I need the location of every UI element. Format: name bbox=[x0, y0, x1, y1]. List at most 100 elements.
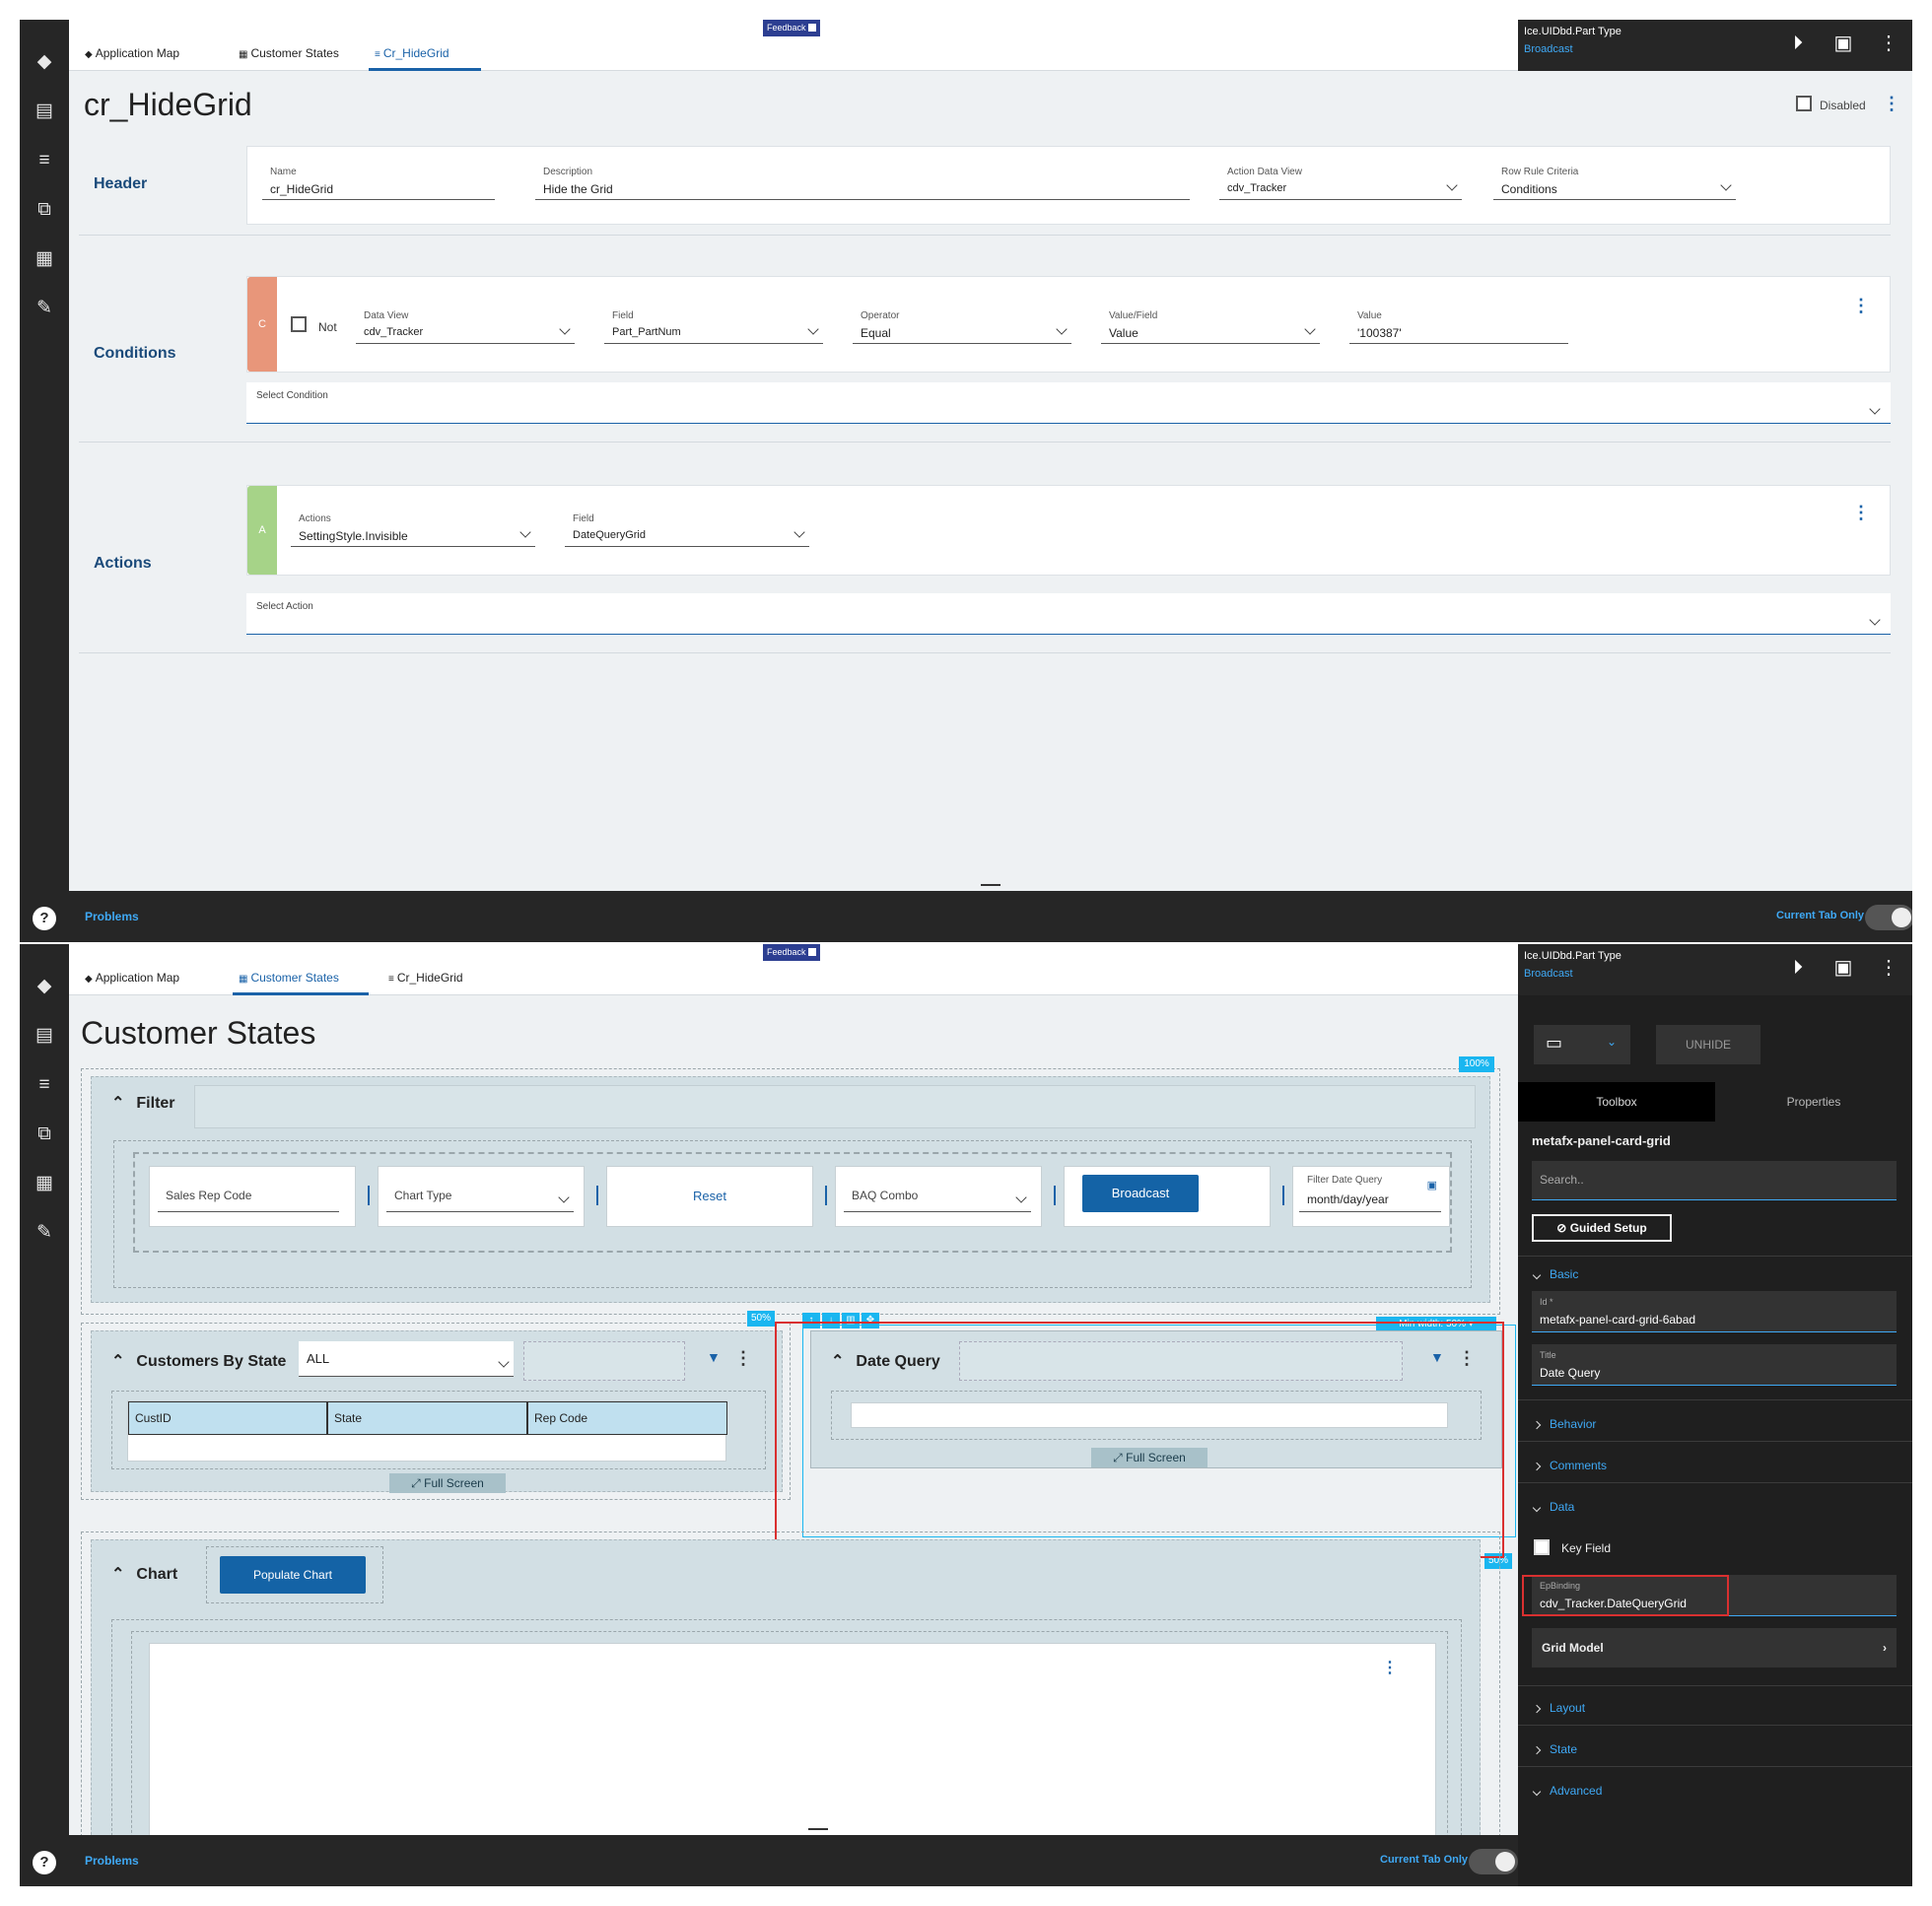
column-header-rep-code[interactable]: Rep Code bbox=[527, 1401, 727, 1435]
current-tab-only-toggle[interactable] bbox=[1865, 905, 1912, 930]
advanced-section[interactable]: Advanced bbox=[1532, 1784, 1602, 1798]
rules-icon[interactable]: ≡ bbox=[32, 148, 57, 173]
chart-type-select[interactable]: Chart Type bbox=[386, 1177, 574, 1212]
name-field[interactable]: Name cr_HideGrid bbox=[262, 165, 495, 200]
resize-handle[interactable] bbox=[808, 1828, 828, 1830]
feedback-button[interactable]: Feedback bbox=[763, 944, 820, 961]
run-icon[interactable]: ⏵ bbox=[1786, 956, 1810, 980]
tab-toolbox[interactable]: Toolbox bbox=[1518, 1082, 1715, 1122]
device-select[interactable]: ▭ ⌄ bbox=[1534, 1025, 1630, 1064]
problems-link[interactable]: Problems bbox=[85, 1854, 139, 1868]
filter-date-input[interactable]: Filter Date Query month/day/year ▣ bbox=[1299, 1173, 1441, 1212]
baq-combo-select[interactable]: BAQ Combo bbox=[844, 1177, 1031, 1212]
more-icon[interactable]: ⋮ bbox=[1852, 504, 1870, 521]
not-checkbox[interactable] bbox=[291, 316, 307, 332]
more-icon[interactable]: ⋮ bbox=[1883, 95, 1900, 112]
calendar-icon[interactable]: ▣ bbox=[1427, 1179, 1437, 1191]
field-select[interactable]: Field Part_PartNum bbox=[604, 308, 823, 344]
tab-customer-states[interactable]: ▦ Customer States bbox=[233, 45, 345, 71]
data-view-select[interactable]: Data View cdv_Tracker bbox=[356, 308, 575, 344]
tab-properties[interactable]: Properties bbox=[1715, 1082, 1912, 1122]
broadcast-button[interactable]: Broadcast bbox=[1082, 1175, 1199, 1212]
more-icon[interactable]: ⋮ bbox=[1877, 32, 1900, 55]
part-type-subtitle[interactable]: Broadcast bbox=[1524, 43, 1573, 55]
field-value: Conditions bbox=[1501, 182, 1557, 196]
data-views-icon[interactable]: ▦ bbox=[32, 1171, 57, 1196]
events-icon[interactable]: ⧉ bbox=[32, 197, 57, 223]
value-input[interactable]: Value '100387' bbox=[1349, 308, 1568, 344]
action-data-view-select[interactable]: Action Data View cdv_Tracker bbox=[1219, 165, 1462, 200]
row-rule-criteria-select[interactable]: Row Rule Criteria Conditions bbox=[1493, 165, 1736, 200]
actions-select[interactable]: Actions SettingStyle.Invisible bbox=[291, 511, 535, 547]
search-input[interactable]: Search.. bbox=[1532, 1161, 1897, 1200]
comments-section[interactable]: Comments bbox=[1532, 1459, 1607, 1472]
rules-icon[interactable]: ≡ bbox=[32, 1072, 57, 1098]
feedback-button[interactable]: Feedback bbox=[763, 20, 820, 36]
field-value: ALL bbox=[307, 1351, 330, 1366]
title-field[interactable]: Title Date Query bbox=[1532, 1344, 1897, 1386]
basic-section[interactable]: Basic bbox=[1532, 1267, 1578, 1281]
layers-icon[interactable]: ◆ bbox=[32, 974, 57, 999]
field-value: SettingStyle.Invisible bbox=[299, 529, 408, 543]
chevron-up-icon[interactable]: ⌃ bbox=[111, 1566, 124, 1583]
populate-chart-button[interactable]: Populate Chart bbox=[220, 1556, 366, 1594]
disabled-checkbox[interactable] bbox=[1796, 96, 1812, 111]
more-icon[interactable]: ⋮ bbox=[1877, 956, 1900, 980]
state-section[interactable]: State bbox=[1532, 1742, 1577, 1756]
layout-section[interactable]: Layout bbox=[1532, 1701, 1585, 1715]
sales-rep-code-input[interactable]: Sales Rep Code bbox=[158, 1177, 339, 1212]
customers-grid: CustID State Rep Code bbox=[127, 1400, 727, 1462]
help-icon[interactable]: ? bbox=[33, 907, 56, 930]
grid-model-button[interactable]: Grid Model › bbox=[1532, 1628, 1897, 1668]
more-icon[interactable]: ⋮ bbox=[1852, 297, 1870, 314]
filter-icon[interactable]: ▼ bbox=[707, 1349, 721, 1365]
tab-application-map[interactable]: ◆ Application Map bbox=[79, 45, 185, 71]
guided-setup-button[interactable]: ⊘ Guided Setup bbox=[1532, 1214, 1672, 1242]
save-icon[interactable]: ▣ bbox=[1831, 956, 1855, 980]
column-header-custid[interactable]: CustID bbox=[128, 1401, 327, 1435]
divider bbox=[1518, 1685, 1912, 1686]
reset-button[interactable]: Reset bbox=[607, 1189, 812, 1203]
select-action-dropdown[interactable]: Select Action bbox=[246, 593, 1891, 635]
chevron-up-icon[interactable]: ⌃ bbox=[111, 1353, 124, 1370]
unhide-button[interactable]: UNHIDE bbox=[1656, 1025, 1760, 1064]
resize-handle[interactable] bbox=[981, 884, 1000, 886]
part-type-subtitle[interactable]: Broadcast bbox=[1524, 968, 1573, 980]
help-icon[interactable]: ? bbox=[33, 1851, 56, 1874]
data-views-icon[interactable]: ▦ bbox=[32, 246, 57, 272]
tab-cr-hidegrid[interactable]: ≡ Cr_HideGrid bbox=[382, 970, 469, 995]
current-tab-only-toggle[interactable] bbox=[1469, 1849, 1518, 1874]
data-section[interactable]: Data bbox=[1532, 1500, 1574, 1514]
edit-icon[interactable]: ✎ bbox=[32, 296, 57, 321]
id-field[interactable]: Id * metafx-panel-card-grid-6abad bbox=[1532, 1291, 1897, 1332]
description-field[interactable]: Description Hide the Grid bbox=[535, 165, 1190, 200]
layout-icon[interactable]: ▤ bbox=[32, 1023, 57, 1049]
highlight-box bbox=[1522, 1575, 1729, 1616]
full-screen-button[interactable]: ⤢ Full Screen bbox=[389, 1473, 506, 1493]
value-field-select[interactable]: Value/Field Value bbox=[1101, 308, 1320, 344]
state-select[interactable]: ALL bbox=[299, 1341, 514, 1377]
problems-link[interactable]: Problems bbox=[85, 910, 139, 923]
more-icon[interactable]: ⋮ bbox=[734, 1349, 752, 1367]
select-condition-dropdown[interactable]: Select Condition bbox=[246, 382, 1891, 424]
action-field-select[interactable]: Field DateQueryGrid bbox=[565, 511, 809, 547]
operator-select[interactable]: Operator Equal bbox=[853, 308, 1071, 344]
more-icon[interactable]: ⋮ bbox=[1382, 1660, 1398, 1677]
layout-icon[interactable]: ▤ bbox=[32, 99, 57, 124]
chevron-up-icon[interactable]: ⌃ bbox=[111, 1095, 124, 1112]
right-panel-header: Ice.UIDbd.Part Type Broadcast ⏵ ▣ ⋮ bbox=[1518, 20, 1912, 71]
edit-icon[interactable]: ✎ bbox=[32, 1220, 57, 1246]
behavior-section[interactable]: Behavior bbox=[1532, 1417, 1596, 1431]
events-icon[interactable]: ⧉ bbox=[32, 1122, 57, 1147]
layers-icon[interactable]: ◆ bbox=[32, 49, 57, 75]
rules-icon: ≡ bbox=[375, 49, 380, 60]
key-field-checkbox[interactable] bbox=[1534, 1539, 1550, 1555]
tab-cr-hidegrid[interactable]: ≡ Cr_HideGrid bbox=[369, 45, 481, 71]
tab-customer-states[interactable]: ▦ Customer States bbox=[233, 970, 369, 995]
save-icon[interactable]: ▣ bbox=[1831, 32, 1855, 55]
tab-application-map[interactable]: ◆ Application Map bbox=[79, 970, 185, 995]
run-icon[interactable]: ⏵ bbox=[1786, 32, 1810, 55]
width-percent-badge: 100% bbox=[1459, 1056, 1494, 1072]
field-value: cdv_Tracker bbox=[364, 326, 424, 338]
column-header-state[interactable]: State bbox=[327, 1401, 527, 1435]
